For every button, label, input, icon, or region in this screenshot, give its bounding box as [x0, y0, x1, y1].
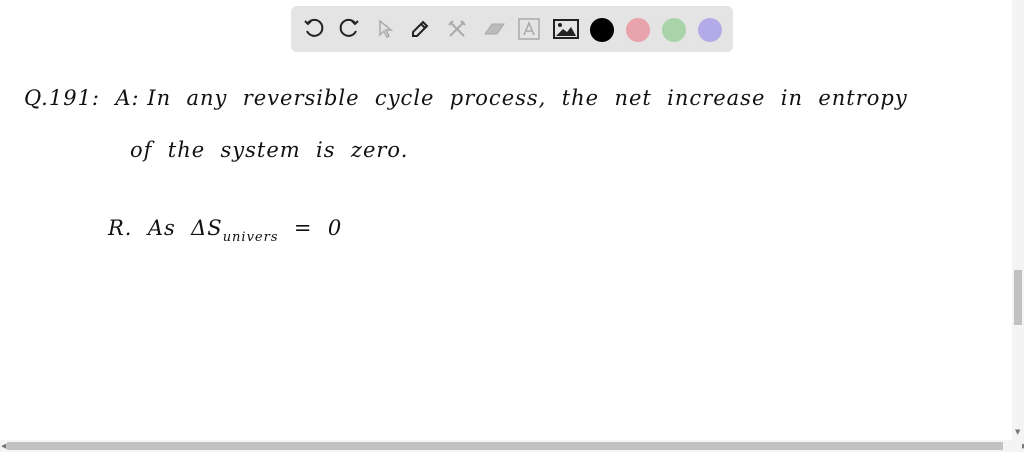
- handwritten-line-3: R. As ΔSunivers = 0: [108, 216, 342, 245]
- line3-suffix: = 0: [278, 216, 343, 240]
- horizontal-scrollbar[interactable]: ◀ ▶: [0, 440, 1024, 452]
- pen-button[interactable]: [405, 14, 435, 44]
- select-icon: [379, 19, 394, 39]
- vertical-scroll-thumb[interactable]: [1014, 270, 1022, 325]
- select-button[interactable]: [370, 14, 400, 44]
- horizontal-scroll-thumb[interactable]: [7, 442, 1003, 450]
- vertical-scrollbar[interactable]: ▼: [1012, 0, 1024, 440]
- redo-button[interactable]: [334, 14, 364, 44]
- color-green[interactable]: [662, 18, 686, 42]
- drawing-toolbar: [291, 6, 733, 52]
- undo-icon: [304, 18, 324, 37]
- text-icon: [518, 18, 540, 40]
- eraser-icon: [484, 23, 505, 35]
- handwritten-line-1: Q.191: A: In any reversible cycle proces…: [24, 86, 908, 110]
- tools-icon: [448, 20, 466, 37]
- handwritten-line-2: of the system is zero.: [130, 138, 409, 162]
- eraser-button[interactable]: [479, 14, 509, 44]
- image-button[interactable]: [551, 14, 581, 44]
- redo-icon: [339, 18, 359, 37]
- image-icon: [553, 19, 579, 39]
- scroll-left-arrow[interactable]: ◀: [1, 442, 6, 450]
- scroll-down-arrow[interactable]: ▼: [1015, 428, 1020, 436]
- color-purple[interactable]: [698, 18, 722, 42]
- pen-icon: [412, 20, 429, 37]
- line3-prefix: R. As ΔS: [108, 216, 223, 240]
- line3-subscript: univers: [222, 230, 279, 245]
- undo-button[interactable]: [299, 14, 329, 44]
- color-black[interactable]: [590, 18, 614, 42]
- text-button[interactable]: [514, 14, 544, 44]
- tools-button[interactable]: [442, 14, 472, 44]
- color-pink[interactable]: [626, 18, 650, 42]
